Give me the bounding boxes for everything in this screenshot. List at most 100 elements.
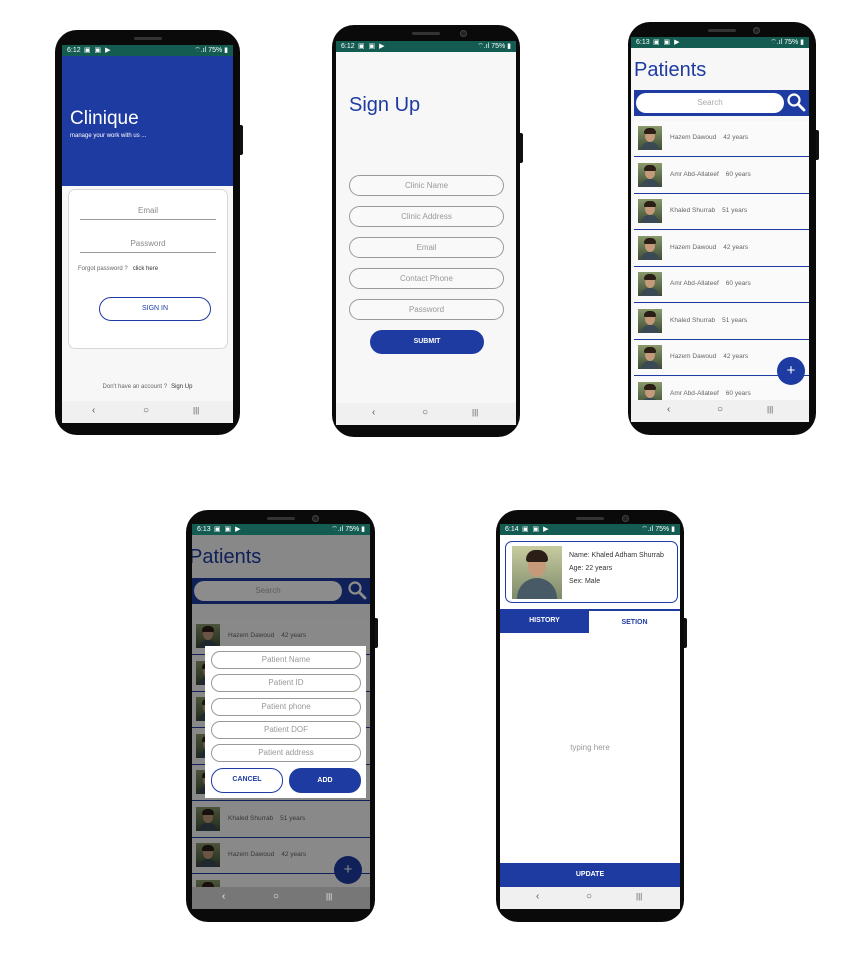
status-bar: 6:13 ▣ ▣ ▶ ⌔.ıl 75% ▮ <box>631 37 809 48</box>
speaker <box>576 517 604 520</box>
patient-summary: Hazem Dawoud 42 years <box>670 134 748 141</box>
home-icon[interactable]: ○ <box>422 407 428 418</box>
patient-summary: Khaled Shurrab 51 years <box>670 207 747 214</box>
signup-prompt: Don't have an account ? Sign Up <box>62 384 233 390</box>
patient-photo <box>512 546 562 599</box>
patient-age: 60 years <box>725 389 751 397</box>
patient-sex: Sex: Male <box>569 578 601 585</box>
status-time: 6:13 <box>197 526 211 533</box>
add-patient-button[interactable]: + <box>777 357 805 385</box>
battery-level: 75% <box>784 39 799 46</box>
home-icon[interactable]: ○ <box>586 891 592 902</box>
patient-age: 51 years <box>722 207 748 214</box>
speaker <box>412 32 440 35</box>
back-icon[interactable]: ‹ <box>667 404 670 415</box>
search-icon[interactable] <box>786 92 806 112</box>
patient-summary: Amr Abd-Allateef 60 years <box>670 171 751 178</box>
password-field[interactable]: Password <box>349 299 504 320</box>
home-icon[interactable]: ○ <box>273 891 279 902</box>
patient-summary: Khaled Shurrab 51 years <box>670 317 747 324</box>
battery-indicator: ⌔.ıl 75% ▮ <box>477 43 511 50</box>
nav-bar: ‹ ○ ||| <box>500 887 680 909</box>
patient-name-field[interactable]: Patient Name <box>211 651 361 669</box>
patient-name: Khaled Shurrab <box>670 316 716 324</box>
patient-row[interactable]: Khaled Shurrab 51 years <box>634 194 809 230</box>
status-icons: ▣ ▣ ▶ <box>358 43 386 50</box>
notes-area[interactable]: typing here <box>500 633 680 863</box>
tab-history[interactable]: HISTORY <box>500 609 589 633</box>
sign-in-button[interactable]: SIGN IN <box>99 297 211 321</box>
patient-id-field[interactable]: Patient ID <box>211 674 361 692</box>
back-icon[interactable]: ‹ <box>92 405 95 416</box>
recents-icon[interactable]: ||| <box>472 408 478 417</box>
signup-link[interactable]: Sign Up <box>171 384 192 390</box>
patient-address-field[interactable]: Patient address <box>211 744 361 762</box>
battery-indicator: ⌔.ıl 75% ▮ <box>194 47 228 54</box>
speaker <box>266 517 295 520</box>
patient-row[interactable]: Hazem Dawoud 42 years <box>634 121 809 157</box>
patient-row[interactable]: Amr Abd-Allateef 60 years <box>634 157 809 194</box>
add-button[interactable]: ADD <box>289 768 361 793</box>
battery-level: 75% <box>345 526 360 533</box>
submit-button[interactable]: SUBMIT <box>370 330 484 354</box>
status-time: 6:13 <box>636 39 650 46</box>
patient-age: 42 years <box>723 134 749 141</box>
phone-patient-list: 6:13 ▣ ▣ ▶ ⌔.ıl 75% ▮ Patients Search Ha… <box>628 22 819 435</box>
patient-phone-field[interactable]: Patient phone <box>211 698 361 716</box>
tab-session[interactable]: SETION <box>589 609 680 633</box>
patient-info-card: Name: Khaled Adham Shurrab Age: 22 years… <box>505 541 678 603</box>
back-icon[interactable]: ‹ <box>536 891 539 902</box>
cancel-button[interactable]: CANCEL <box>211 768 283 793</box>
recents-icon[interactable]: ||| <box>636 892 642 901</box>
forgot-password-link[interactable]: click here <box>133 266 158 272</box>
status-icons: ▣ ▣ ▶ <box>84 47 112 54</box>
side-button <box>520 133 523 163</box>
back-icon[interactable]: ‹ <box>222 891 225 902</box>
patient-age: 42 years <box>723 353 749 360</box>
login-card: Email Password Forgot password ? click he… <box>68 189 228 349</box>
forgot-password: Forgot password ? click here <box>78 266 158 272</box>
patient-row[interactable]: Hazem Dawoud 42 years <box>634 230 809 267</box>
clinic-name-field[interactable]: Clinic Name <box>349 175 504 196</box>
speaker <box>133 37 162 40</box>
clinic-address-field[interactable]: Clinic Address <box>349 206 504 227</box>
side-button <box>684 618 687 648</box>
notes-placeholder: typing here <box>570 743 610 752</box>
update-button[interactable]: UPDATE <box>500 863 680 887</box>
signup-screen: 6:12 ▣ ▣ ▶ ⌔.ıl 75% ▮ Sign Up Clinic Nam… <box>336 41 516 425</box>
front-camera <box>622 515 629 522</box>
status-icons: ▣ ▣ ▶ <box>522 526 550 533</box>
phone-patient-detail: 6:14 ▣ ▣ ▶ ⌔.ıl 75% ▮ Name: Khaled Adham… <box>496 510 687 922</box>
password-field[interactable]: Password <box>80 239 216 253</box>
search-input[interactable]: Search <box>636 93 784 113</box>
phone-add-patient: 6:13 ▣ ▣ ▶ ⌔.ıl 75% ▮ Patients Search Ha… <box>186 510 378 922</box>
status-icons: ▣ ▣ ▶ <box>653 39 681 46</box>
status-bar: 6:13 ▣ ▣ ▶ ⌔.ıl 75% ▮ <box>192 524 370 535</box>
email-field[interactable]: Email <box>349 237 504 258</box>
status-time: 6:14 <box>505 526 519 533</box>
patient-name: Amr Abd-Allateef <box>670 280 719 287</box>
patient-summary: Hazem Dawoud 42 years <box>670 353 748 360</box>
patient-row[interactable]: Amr Abd-Allateef 60 years <box>634 267 809 303</box>
recents-icon[interactable]: ||| <box>767 405 773 414</box>
recents-icon[interactable]: ||| <box>193 406 199 415</box>
side-button <box>375 618 378 648</box>
back-icon[interactable]: ‹ <box>372 407 375 418</box>
patient-summary: Amr Abd-Allateef 60 years <box>670 280 751 287</box>
battery-indicator: ⌔.ıl 75% ▮ <box>331 526 365 533</box>
home-icon[interactable]: ○ <box>143 405 149 416</box>
contact-phone-field[interactable]: Contact Phone <box>349 268 504 289</box>
detail-tabs: HISTORY SETION <box>500 609 680 633</box>
status-bar: 6:12 ▣ ▣ ▶ ⌔.ıl 75% ▮ <box>336 41 516 52</box>
recents-icon[interactable]: ||| <box>326 892 332 901</box>
home-icon[interactable]: ○ <box>717 404 723 415</box>
status-icons: ▣ ▣ ▶ <box>214 526 242 533</box>
patient-avatar <box>638 235 662 260</box>
patient-dof-field[interactable]: Patient DOF <box>211 721 361 739</box>
search-bar: Search <box>634 90 809 116</box>
patient-age: 60 years <box>725 170 751 178</box>
patient-avatar <box>638 308 662 333</box>
email-field[interactable]: Email <box>80 206 216 220</box>
patient-detail-screen: 6:14 ▣ ▣ ▶ ⌔.ıl 75% ▮ Name: Khaled Adham… <box>500 524 680 909</box>
patient-row[interactable]: Khaled Shurrab 51 years <box>634 303 809 340</box>
